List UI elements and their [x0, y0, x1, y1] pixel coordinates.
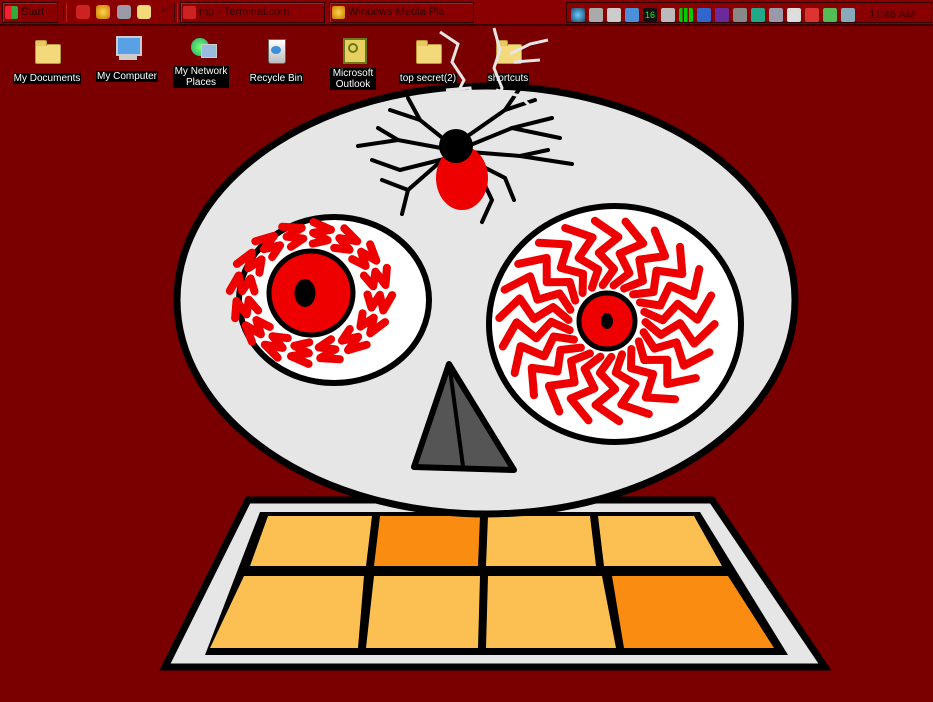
- smoke-strands: [439, 27, 549, 110]
